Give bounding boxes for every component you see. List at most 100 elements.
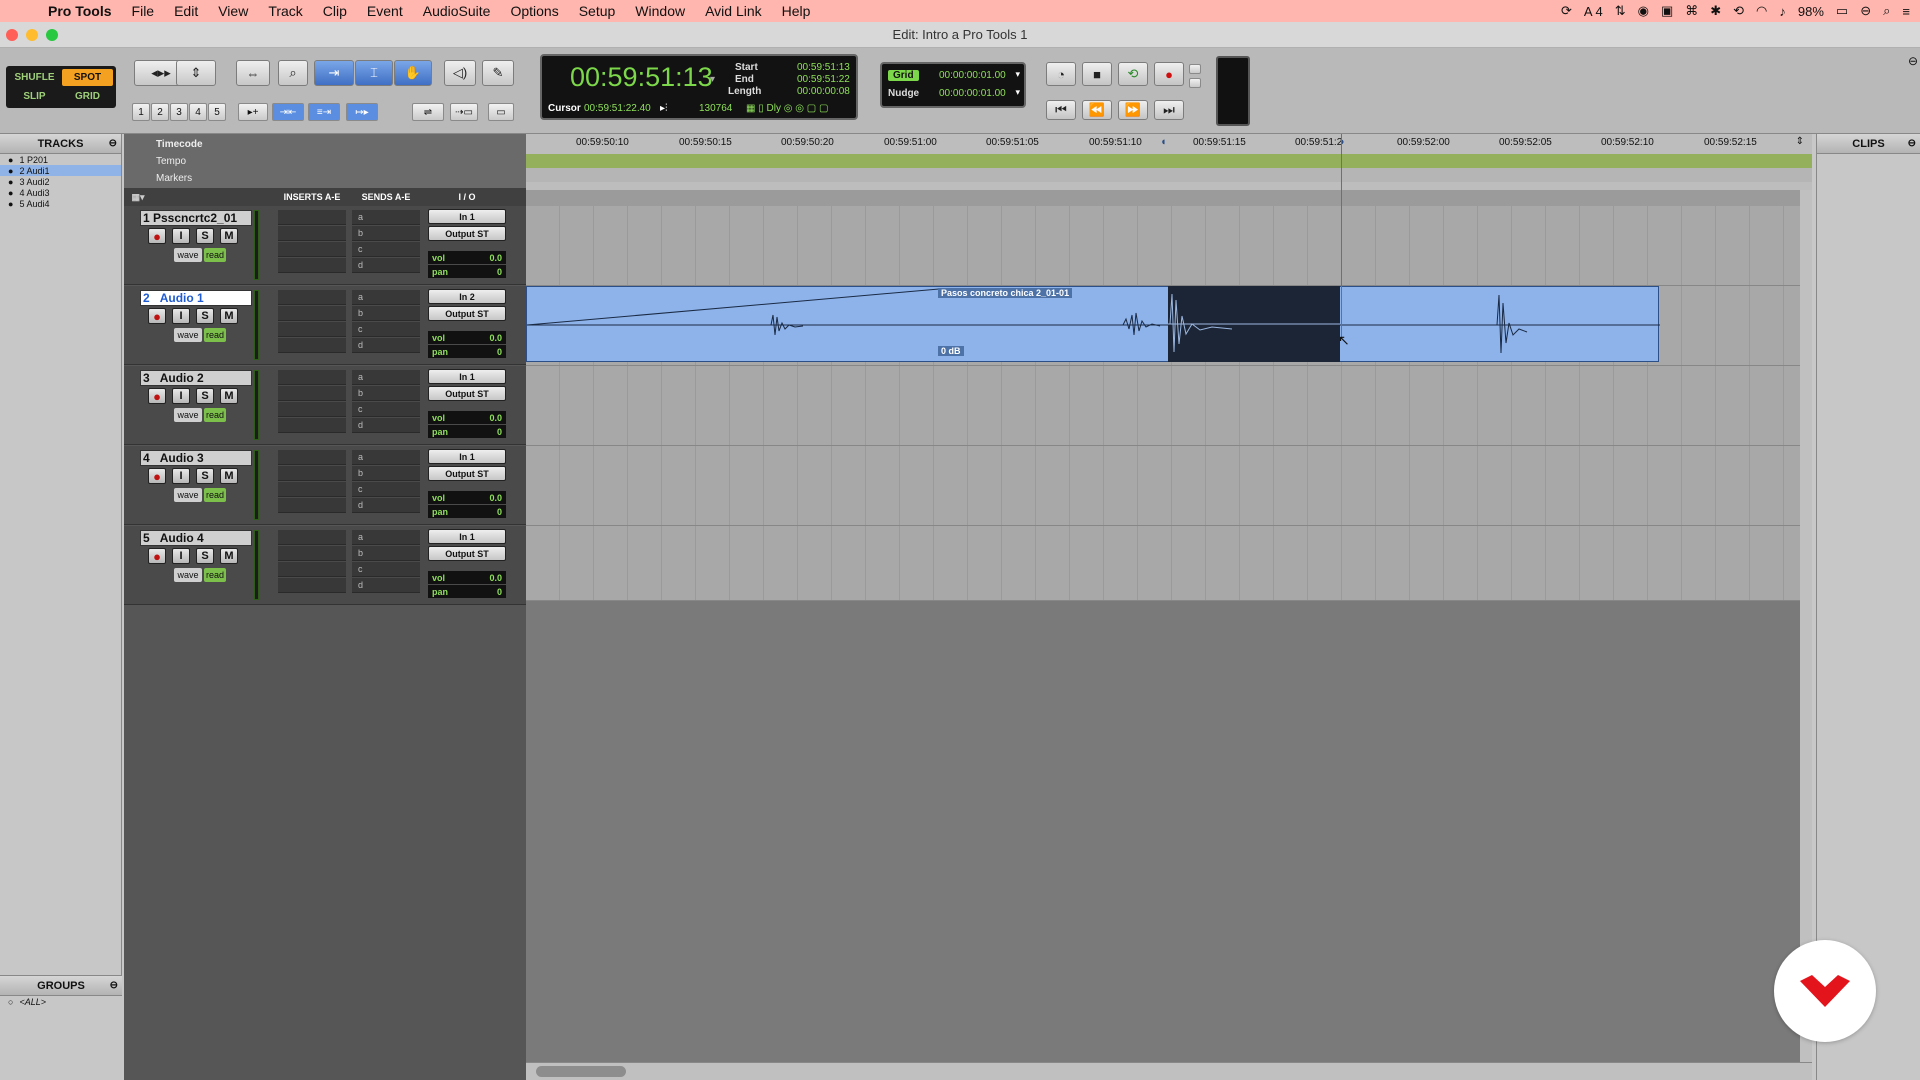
record-button[interactable]: ● bbox=[1154, 62, 1184, 86]
insert-slot-b[interactable] bbox=[278, 466, 346, 481]
vol-value[interactable]: 0.0 bbox=[489, 493, 502, 503]
toolbar-menu-icon[interactable]: ⊖ bbox=[1908, 54, 1918, 68]
vol-value[interactable]: 0.0 bbox=[489, 573, 502, 583]
folder-icon[interactable]: ▣ bbox=[1661, 3, 1673, 19]
audio-clip[interactable] bbox=[526, 286, 1660, 362]
grabber-tool[interactable]: ✋ bbox=[394, 60, 432, 86]
send-slot-b[interactable]: b bbox=[352, 466, 420, 481]
solo-button[interactable]: S bbox=[196, 468, 214, 484]
track-list-item[interactable]: ● 5 Audi4 bbox=[0, 198, 121, 209]
record-enable-button[interactable]: ● bbox=[148, 388, 166, 404]
insertion-follows-playback-button[interactable]: ▸+ bbox=[238, 103, 268, 121]
insert-slot-d[interactable] bbox=[278, 578, 346, 593]
track-list-item[interactable]: ● 4 Audi3 bbox=[0, 187, 121, 198]
tracks-panel-menu-icon[interactable]: ⊖ bbox=[109, 138, 117, 149]
zoom-preset-5[interactable]: 5 bbox=[208, 103, 226, 121]
send-slot-a[interactable]: a bbox=[352, 370, 420, 385]
input-monitor-button[interactable]: I bbox=[172, 388, 190, 404]
send-slot-d[interactable]: d bbox=[352, 498, 420, 513]
menu-event[interactable]: Event bbox=[357, 3, 413, 19]
insert-slot-d[interactable] bbox=[278, 418, 346, 433]
selection-start-marker-icon[interactable]: ◖ bbox=[1160, 136, 1167, 148]
track-name[interactable]: 1 Psscncrtc2_01 bbox=[140, 210, 252, 226]
stop-button[interactable]: ■ bbox=[1082, 62, 1112, 86]
input-monitor-button[interactable]: I bbox=[172, 228, 190, 244]
return-to-zero-button[interactable]: ⏮ bbox=[1046, 100, 1076, 120]
solo-button[interactable]: S bbox=[196, 228, 214, 244]
pan-value[interactable]: 0 bbox=[497, 587, 502, 597]
output-selector[interactable]: Output ST bbox=[428, 466, 506, 481]
counter-dropdown-icon[interactable]: ▾ bbox=[710, 74, 715, 85]
play-button[interactable]: ⟲ bbox=[1118, 62, 1148, 86]
input-selector[interactable]: In 1 bbox=[428, 449, 506, 464]
input-monitor-button[interactable]: I bbox=[172, 548, 190, 564]
tracks-lanes[interactable] bbox=[526, 206, 1800, 601]
pan-value[interactable]: 0 bbox=[497, 267, 502, 277]
vol-value[interactable]: 0.0 bbox=[489, 253, 502, 263]
notification-center-icon[interactable]: ≡ bbox=[1902, 4, 1910, 19]
track-list-item[interactable]: ● 1 P201 bbox=[0, 154, 121, 165]
track-list-item[interactable]: ● 2 Audi1 bbox=[0, 165, 121, 176]
input-selector[interactable]: In 1 bbox=[428, 529, 506, 544]
zoom-preset-1[interactable]: 1 bbox=[132, 103, 150, 121]
mute-button[interactable]: M bbox=[220, 388, 238, 404]
insert-slot-c[interactable] bbox=[278, 482, 346, 497]
pan-value[interactable]: 0 bbox=[497, 427, 502, 437]
insert-slot-c[interactable] bbox=[278, 242, 346, 257]
input-selector[interactable]: In 1 bbox=[428, 209, 506, 224]
transfer-icon[interactable]: ⇅ bbox=[1615, 3, 1626, 19]
insert-slot-c[interactable] bbox=[278, 402, 346, 417]
markers-ruler-label[interactable]: Markers bbox=[124, 170, 526, 187]
output-selector[interactable]: Output ST bbox=[428, 386, 506, 401]
clip-name[interactable]: Pasos concreto chica 2_01-01 bbox=[938, 288, 1073, 298]
solo-button[interactable]: S bbox=[196, 308, 214, 324]
ruler-zoom-icon[interactable]: ⇕ bbox=[1796, 136, 1804, 147]
insert-slot-b[interactable] bbox=[278, 226, 346, 241]
track-header[interactable]: 4 Audio 3 ● I S M wave read a b c d In 1… bbox=[124, 446, 526, 525]
input-selector[interactable]: In 2 bbox=[428, 289, 506, 304]
vol-value[interactable]: 0.0 bbox=[489, 413, 502, 423]
automation-mode-selector[interactable]: read bbox=[204, 248, 226, 262]
insert-slot-c[interactable] bbox=[278, 322, 346, 337]
track-view-selector[interactable]: wave bbox=[174, 328, 202, 342]
send-slot-d[interactable]: d bbox=[352, 578, 420, 593]
tab-to-transient-button[interactable]: ⇌ bbox=[412, 103, 444, 121]
scrubber-tool[interactable]: ◁) bbox=[444, 60, 476, 86]
track-header[interactable]: 2 Audio 1 ● I S M wave read a b c d In 2… bbox=[124, 286, 526, 365]
mute-button[interactable]: M bbox=[220, 308, 238, 324]
show-dot-icon[interactable]: ● bbox=[8, 155, 13, 165]
insert-slot-a[interactable] bbox=[278, 530, 346, 545]
insert-slot-d[interactable] bbox=[278, 338, 346, 353]
zoom-preset-4[interactable]: 4 bbox=[189, 103, 207, 121]
send-slot-d[interactable]: d bbox=[352, 258, 420, 273]
bluetooth-icon[interactable]: ✱ bbox=[1710, 3, 1721, 19]
pencil-tool[interactable]: ✎ bbox=[482, 60, 514, 86]
mute-button[interactable]: M bbox=[220, 468, 238, 484]
insert-slot-a[interactable] bbox=[278, 450, 346, 465]
volume-icon[interactable]: ♪ bbox=[1779, 4, 1786, 19]
grid-dropdown-icon[interactable]: ▾ bbox=[1015, 69, 1020, 80]
pan-value[interactable]: 0 bbox=[497, 347, 502, 357]
track-view-selector[interactable]: wave bbox=[174, 248, 202, 262]
battery-text[interactable]: 98% bbox=[1798, 4, 1824, 19]
markers-ruler[interactable] bbox=[526, 168, 1812, 182]
horizontal-scrollbar[interactable] bbox=[526, 1062, 1812, 1080]
shuffle-mode-button[interactable]: SHUFLE bbox=[9, 69, 60, 86]
input-monitor-button[interactable]: I bbox=[172, 468, 190, 484]
menu-audiosuite[interactable]: AudioSuite bbox=[413, 3, 501, 19]
do-not-disturb-icon[interactable]: ⊖ bbox=[1860, 3, 1871, 19]
zoomer-tool[interactable]: ⌕ bbox=[278, 60, 308, 86]
length-value[interactable]: 00:00:00:08 bbox=[797, 86, 850, 97]
menu-edit[interactable]: Edit bbox=[164, 3, 208, 19]
output-selector[interactable]: Output ST bbox=[428, 546, 506, 561]
record-enable-button[interactable]: ● bbox=[148, 308, 166, 324]
send-slot-b[interactable]: b bbox=[352, 306, 420, 321]
menu-track[interactable]: Track bbox=[258, 3, 312, 19]
clip-gain[interactable]: 0 dB bbox=[938, 346, 964, 356]
vertical-scrollbar[interactable] bbox=[1800, 190, 1812, 1062]
solo-button[interactable]: S bbox=[196, 548, 214, 564]
send-slot-d[interactable]: d bbox=[352, 418, 420, 433]
output-selector[interactable]: Output ST bbox=[428, 226, 506, 241]
dly-indicator[interactable]: ▦ ▯ Dly ◎ ◎ ▢ ▢ bbox=[746, 103, 828, 114]
solo-button[interactable]: S bbox=[196, 388, 214, 404]
